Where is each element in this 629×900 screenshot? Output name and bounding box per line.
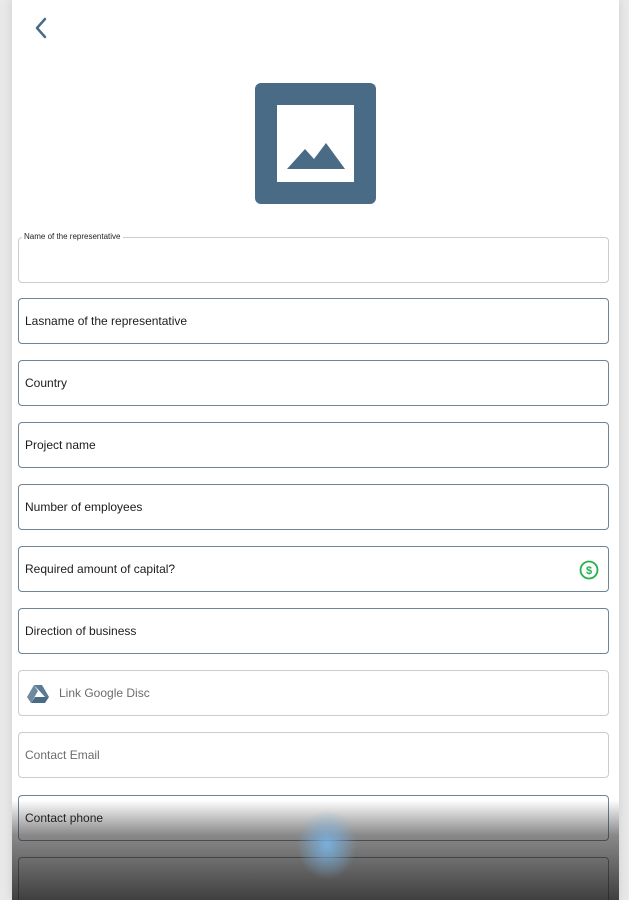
google-drive-icon xyxy=(27,684,49,704)
business-direction-input[interactable]: Direction of business xyxy=(18,608,609,654)
capital-amount-placeholder: Required amount of capital? xyxy=(25,562,176,576)
business-direction-placeholder: Direction of business xyxy=(25,624,137,638)
project-name-input[interactable]: Project name xyxy=(18,422,609,468)
dollar-circle-icon: $ xyxy=(579,560,599,580)
employees-count-input[interactable]: Number of employees xyxy=(18,484,609,530)
capital-amount-input[interactable]: Required amount of capital? $ xyxy=(18,546,609,592)
next-field-input[interactable] xyxy=(18,857,609,900)
google-disc-link-placeholder: Link Google Disc xyxy=(59,686,150,700)
contact-phone-placeholder: Contact phone xyxy=(25,811,104,825)
contact-email-placeholder: Contact Email xyxy=(25,748,100,762)
contact-phone-input[interactable]: Contact phone xyxy=(18,795,609,841)
svg-text:$: $ xyxy=(586,565,592,577)
representative-lastname-placeholder: Lasname of the representative xyxy=(25,314,188,328)
representative-name-input[interactable] xyxy=(18,237,609,283)
form-card: Name of the representative Lasname of th… xyxy=(12,0,619,900)
image-placeholder-icon xyxy=(255,83,376,204)
google-disc-link-input[interactable]: Link Google Disc xyxy=(18,670,609,716)
country-placeholder: Country xyxy=(25,376,68,390)
back-button[interactable] xyxy=(29,13,55,43)
project-name-placeholder: Project name xyxy=(25,438,96,452)
employees-count-placeholder: Number of employees xyxy=(25,500,143,514)
logo-upload[interactable] xyxy=(255,83,376,204)
contact-email-input[interactable]: Contact Email xyxy=(18,732,609,778)
representative-name-label: Name of the representative xyxy=(22,232,123,242)
chevron-left-icon xyxy=(35,17,47,39)
country-input[interactable]: Country xyxy=(18,360,609,406)
representative-lastname-input[interactable]: Lasname of the representative xyxy=(18,298,609,344)
